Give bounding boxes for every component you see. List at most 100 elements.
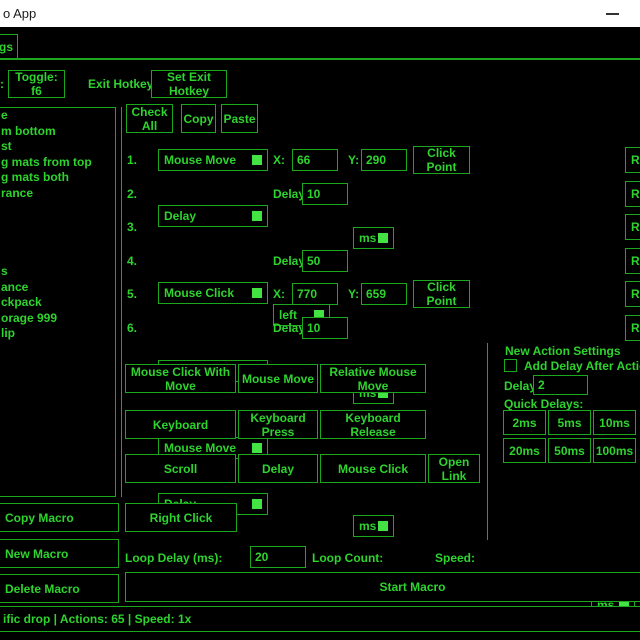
panel-divider: [121, 107, 122, 497]
quick-delay-2ms-button[interactable]: 2ms: [503, 410, 546, 435]
remove-action-button[interactable]: R: [625, 248, 640, 274]
new-action-settings-title: New Action Settings: [505, 344, 621, 358]
add-keyboard-release-button[interactable]: Keyboard Release: [320, 410, 426, 439]
quick-delay-10ms-button[interactable]: 10ms: [593, 410, 636, 435]
y-input[interactable]: 290: [361, 149, 407, 171]
dropdown-indicator-icon: [252, 211, 262, 221]
check-all-button[interactable]: Check All: [126, 104, 173, 133]
add-delay-checkbox[interactable]: [504, 359, 517, 372]
delay-input[interactable]: 2: [533, 375, 588, 395]
row-delay-label: Delay: [273, 321, 305, 335]
y-input[interactable]: 659: [361, 283, 407, 305]
add-delay-button[interactable]: Delay: [238, 454, 318, 483]
dropdown-indicator-icon: [378, 233, 388, 243]
macro-list-item[interactable]: e: [1, 108, 8, 122]
action-type-dropdown[interactable]: Mouse Click: [158, 282, 268, 304]
start-macro-button[interactable]: Start Macro: [125, 572, 640, 602]
row-delay-unit-dropdown[interactable]: ms: [353, 515, 394, 537]
action-row-number: 2.: [127, 187, 137, 201]
macro-list-item[interactable]: orage 999: [1, 311, 57, 325]
y-label: Y:: [348, 153, 359, 167]
exit-hotkey-label: Exit Hotkey:: [88, 77, 157, 91]
add-right-click-button[interactable]: Right Click: [125, 503, 237, 532]
paste-button[interactable]: Paste: [221, 104, 258, 133]
tab-settings[interactable]: gs: [0, 34, 18, 59]
click-point-button[interactable]: Click Point: [413, 146, 470, 174]
macro-list-item[interactable]: m bottom: [1, 124, 56, 138]
check-all-label: Check All: [127, 105, 172, 133]
set-exit-hotkey-button[interactable]: Set Exit Hotkey: [151, 70, 227, 98]
add-scroll-button[interactable]: Scroll: [125, 454, 236, 483]
x-label: X:: [273, 287, 285, 301]
window-title: o App: [3, 6, 36, 21]
macro-list-item[interactable]: rance: [1, 186, 33, 200]
macro-list-item[interactable]: lip: [1, 326, 15, 340]
remove-action-button[interactable]: R: [625, 281, 640, 307]
title-bar: o App: [0, 0, 640, 27]
toggle-hotkey-label: :: [0, 77, 4, 91]
tab-settings-label: gs: [0, 40, 13, 54]
action-type-dropdown[interactable]: Delay: [158, 205, 268, 227]
remove-action-button[interactable]: R: [625, 214, 640, 240]
loop-delay-value: 20: [255, 550, 268, 564]
add-keyboard-press-button[interactable]: Keyboard Press: [238, 410, 318, 439]
add-mouse-move-button[interactable]: Mouse Move: [238, 364, 318, 393]
row-delay-unit-dropdown[interactable]: ms: [353, 227, 394, 249]
action-row-number: 1.: [127, 153, 137, 167]
y-label: Y:: [348, 287, 359, 301]
quick-delay-100ms-button[interactable]: 100ms: [593, 438, 636, 463]
tabstrip-underline: [0, 58, 640, 60]
dropdown-indicator-icon: [252, 288, 262, 298]
new-macro-button[interactable]: New Macro: [0, 539, 119, 568]
macro-list-item[interactable]: st: [1, 139, 12, 153]
quick-delay-5ms-button[interactable]: 5ms: [548, 410, 591, 435]
macro-list[interactable]: e m bottomst g mats from topg mats both ran…: [0, 107, 116, 497]
loop-delay-input[interactable]: 20: [250, 546, 306, 568]
dropdown-indicator-icon: [252, 499, 262, 509]
add-mouse-click-button[interactable]: Mouse Click: [320, 454, 426, 483]
delete-macro-button[interactable]: Delete Macro: [0, 574, 119, 603]
macro-list-item[interactable]: s: [1, 264, 8, 278]
add-open-link-button[interactable]: Open Link: [428, 454, 480, 483]
macro-list-item[interactable]: g mats from top: [1, 155, 92, 169]
loop-count-label: Loop Count:: [312, 551, 383, 565]
dropdown-indicator-icon: [252, 155, 262, 165]
quick-delays-label: Quick Delays:: [504, 397, 583, 411]
x-label: X:: [273, 153, 285, 167]
copy-label: Copy: [184, 112, 214, 126]
row-delay-input[interactable]: 50: [302, 250, 348, 272]
remove-action-button[interactable]: R: [625, 147, 640, 173]
x-input[interactable]: 770: [292, 283, 338, 305]
copy-button[interactable]: Copy: [181, 104, 216, 133]
row-delay-input[interactable]: 10: [302, 317, 348, 339]
action-type-dropdown[interactable]: Mouse Move: [158, 149, 268, 171]
click-point-button[interactable]: Click Point: [413, 280, 470, 308]
action-row-number: 6.: [127, 321, 137, 335]
row-delay-input[interactable]: 10: [302, 183, 348, 205]
loop-delay-label: Loop Delay (ms):: [125, 551, 222, 565]
remove-action-button[interactable]: R: [625, 315, 640, 341]
remove-action-button[interactable]: R: [625, 181, 640, 207]
toggle-hotkey-button-label: Toggle: f6: [9, 70, 64, 98]
quick-delay-20ms-button[interactable]: 20ms: [503, 438, 546, 463]
delay-input-value: 2: [538, 378, 545, 392]
add-relative-mouse-move-button[interactable]: Relative Mouse Move: [320, 364, 426, 393]
macro-app-window: o App gs : Toggle: f6 Exit Hotkey: Set E…: [0, 0, 640, 640]
start-macro-label: Start Macro: [379, 580, 445, 594]
status-bar: ific drop | Actions: 65 | Speed: 1x: [0, 606, 640, 632]
toggle-hotkey-button[interactable]: Toggle: f6: [8, 70, 65, 98]
add-keyboard-button[interactable]: Keyboard: [125, 410, 236, 439]
row-delay-label: Delay: [273, 187, 305, 201]
minimize-icon[interactable]: [606, 13, 619, 15]
macro-list-item[interactable]: g mats both: [1, 170, 69, 184]
speed-label: Speed:: [435, 551, 475, 565]
action-row-number: 3.: [127, 220, 137, 234]
dropdown-indicator-icon: [378, 521, 388, 531]
x-input[interactable]: 66: [292, 149, 338, 171]
copy-macro-button[interactable]: Copy Macro: [0, 503, 119, 532]
macro-list-item[interactable]: ckpack: [1, 295, 42, 309]
add-mouse-click-with-move-button[interactable]: Mouse Click With Move: [125, 364, 236, 393]
quick-delay-50ms-button[interactable]: 50ms: [548, 438, 591, 463]
macro-list-item[interactable]: ance: [1, 280, 28, 294]
dropdown-indicator-icon: [252, 443, 262, 453]
